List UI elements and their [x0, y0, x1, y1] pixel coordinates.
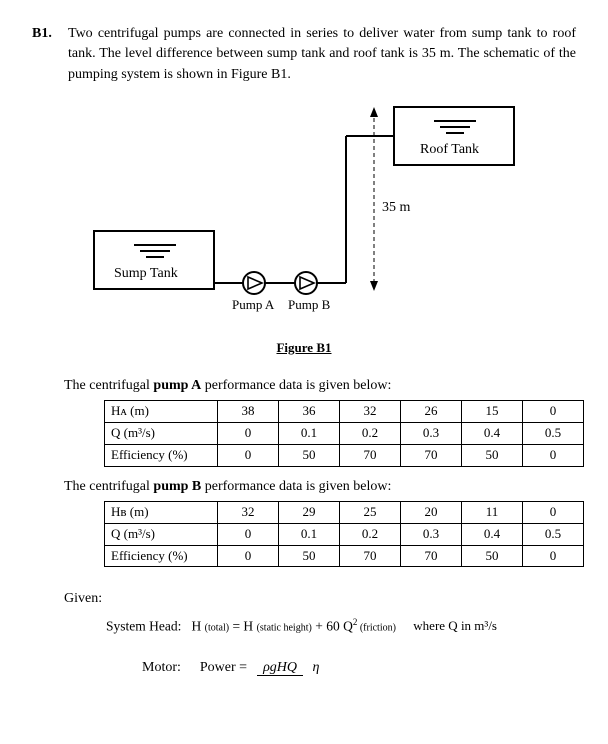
cell: 70 — [340, 545, 401, 567]
motor-label: Motor: — [142, 658, 181, 678]
pump-a-label: Pump A — [232, 297, 275, 312]
motor-formula: Motor: Power = ρgHQ η — [142, 658, 576, 678]
row-header: Efficiency (%) — [105, 545, 218, 567]
cell: 11 — [462, 501, 523, 523]
table-row: Hʙ (m) 32 29 25 20 11 0 — [105, 501, 584, 523]
cell: 70 — [401, 545, 462, 567]
table-b-intro: The centrifugal pump B performance data … — [64, 477, 576, 497]
sh-lhs: H — [192, 618, 205, 633]
cell: 70 — [401, 444, 462, 466]
figure-caption: Figure B1 — [32, 339, 576, 358]
pump-b-icon — [295, 272, 317, 294]
cell: 29 — [279, 501, 340, 523]
table-row: Q (m³/s) 0 0.1 0.2 0.3 0.4 0.5 — [105, 523, 584, 545]
cell: 50 — [279, 545, 340, 567]
cell: 0 — [523, 545, 584, 567]
cell: 38 — [218, 401, 279, 423]
tbl-b-pre: The centrifugal — [64, 479, 153, 494]
cell: 0.4 — [462, 422, 523, 444]
question-header: B1. Two centrifugal pumps are connected … — [32, 24, 576, 85]
cell: 0 — [218, 523, 279, 545]
cell: 0 — [523, 444, 584, 466]
tbl-b-bold: pump B — [153, 479, 201, 494]
cell: 50 — [279, 444, 340, 466]
cell: 0.4 — [462, 523, 523, 545]
roof-tank-label: Roof Tank — [420, 142, 479, 157]
cell: 0.3 — [401, 422, 462, 444]
question-text: Two centrifugal pumps are connected in s… — [68, 24, 576, 85]
cell: 0 — [218, 444, 279, 466]
cell: 32 — [340, 401, 401, 423]
sh-eq: = H — [229, 618, 257, 633]
cell: 20 — [401, 501, 462, 523]
row-header: Q (m³/s) — [105, 523, 218, 545]
table-row: Efficiency (%) 0 50 70 70 50 0 — [105, 444, 584, 466]
cell: 0.2 — [340, 422, 401, 444]
pump-a-icon — [243, 272, 265, 294]
table-a-intro: The centrifugal pump A performance data … — [64, 376, 576, 396]
cell: 70 — [340, 444, 401, 466]
cell: 0 — [523, 501, 584, 523]
sump-tank-label: Sump Tank — [114, 266, 178, 281]
sh-where: where Q in m³/s — [413, 618, 497, 633]
cell: 36 — [279, 401, 340, 423]
given-label: Given: — [64, 589, 576, 609]
cell: 0 — [218, 545, 279, 567]
pump-b-table: Hʙ (m) 32 29 25 20 11 0 Q (m³/s) 0 0.1 0… — [104, 501, 584, 568]
question-number: B1. — [32, 24, 68, 85]
power-label: Power = — [200, 658, 247, 678]
tbl-b-post: performance data is given below: — [201, 479, 391, 494]
tbl-a-pre: The centrifugal — [64, 378, 153, 393]
schematic-svg: Roof Tank Sump Tank Pump A Pump B 35 m — [84, 101, 524, 331]
row-header: Hʙ (m) — [105, 501, 218, 523]
tbl-a-bold: pump A — [153, 378, 201, 393]
cell: 0.1 — [279, 422, 340, 444]
row-header: Q (m³/s) — [105, 422, 218, 444]
frac-den: η — [307, 660, 326, 675]
table-row: Q (m³/s) 0 0.1 0.2 0.3 0.4 0.5 — [105, 422, 584, 444]
power-fraction: ρgHQ η — [257, 661, 325, 676]
cell: 50 — [462, 444, 523, 466]
pump-b-label: Pump B — [288, 297, 331, 312]
cell: 0.3 — [401, 523, 462, 545]
sh-rhs2-sub: (friction) — [357, 622, 396, 633]
cell: 0.5 — [523, 523, 584, 545]
tbl-a-post: performance data is given below: — [201, 378, 391, 393]
height-label: 35 m — [382, 200, 411, 215]
table-row: Efficiency (%) 0 50 70 70 50 0 — [105, 545, 584, 567]
frac-num: ρgHQ — [257, 660, 303, 676]
row-header: Hᴀ (m) — [105, 401, 218, 423]
system-head-formula: System Head: H (total) = H (static heigh… — [106, 616, 576, 636]
row-header: Efficiency (%) — [105, 444, 218, 466]
figure-b1: Roof Tank Sump Tank Pump A Pump B 35 m — [32, 101, 576, 331]
cell: 0.5 — [523, 422, 584, 444]
pump-a-table: Hᴀ (m) 38 36 32 26 15 0 Q (m³/s) 0 0.1 0… — [104, 400, 584, 467]
sh-lhs-sub: (total) — [205, 622, 229, 633]
cell: 0 — [218, 422, 279, 444]
cell: 15 — [462, 401, 523, 423]
cell: 26 — [401, 401, 462, 423]
cell: 50 — [462, 545, 523, 567]
sh-rhs1-sub: (static height) — [257, 622, 312, 633]
sh-plus: + 60 Q — [312, 618, 353, 633]
cell: 0 — [523, 401, 584, 423]
cell: 25 — [340, 501, 401, 523]
system-head-label: System Head: — [106, 618, 181, 633]
cell: 32 — [218, 501, 279, 523]
cell: 0.1 — [279, 523, 340, 545]
table-row: Hᴀ (m) 38 36 32 26 15 0 — [105, 401, 584, 423]
cell: 0.2 — [340, 523, 401, 545]
